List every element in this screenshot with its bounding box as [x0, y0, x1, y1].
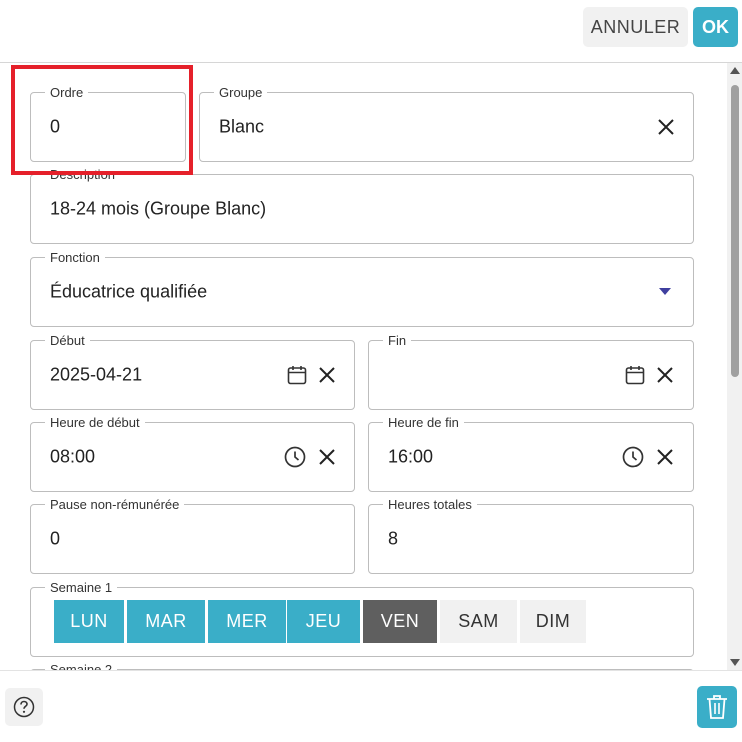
heure-debut-value: 08:00 [50, 446, 96, 467]
clear-icon[interactable] [654, 115, 678, 139]
heure-debut-field[interactable]: Heure de début 08:00 [30, 415, 355, 492]
trash-icon [707, 695, 727, 719]
clear-icon[interactable] [315, 445, 339, 469]
pause-value: 0 [50, 528, 61, 549]
day-toggle-ven[interactable]: VEN [363, 600, 437, 643]
heure-fin-field[interactable]: Heure de fin 16:00 [368, 415, 694, 492]
groupe-field[interactable]: Groupe Blanc [199, 85, 694, 162]
day-toggle-dim[interactable]: DIM [520, 600, 586, 643]
day-toggle-mar[interactable]: MAR [127, 600, 205, 643]
calendar-icon[interactable] [623, 363, 647, 387]
clear-icon[interactable] [653, 363, 677, 387]
calendar-icon[interactable] [285, 363, 309, 387]
delete-button[interactable] [697, 686, 737, 728]
day-toggle-jeu[interactable]: JEU [287, 600, 360, 643]
fin-label: Fin [383, 333, 412, 348]
form-content: Ordre 0 Groupe Blanc Description 18-24 m… [0, 63, 726, 670]
clock-icon[interactable] [283, 445, 307, 469]
cancel-button[interactable]: ANNULER [583, 7, 688, 47]
clear-icon[interactable] [315, 363, 339, 387]
fonction-select[interactable]: Fonction Éducatrice qualifiée [30, 250, 694, 327]
ok-button[interactable]: OK [693, 7, 738, 47]
heure-fin-value: 16:00 [388, 446, 434, 467]
clock-icon[interactable] [621, 445, 645, 469]
ordre-value: 0 [50, 116, 61, 137]
day-toggle-mer[interactable]: MER [208, 600, 286, 643]
heure-fin-label: Heure de fin [383, 415, 464, 430]
dropdown-arrow-icon[interactable] [653, 280, 677, 304]
semaine-2-label: Semaine 2 [45, 662, 118, 670]
debut-label: Début [45, 333, 90, 348]
semaine-1-group: Semaine 1 LUN MAR MER JEU VEN SAM DIM [30, 580, 694, 657]
heure-debut-label: Heure de début [45, 415, 145, 430]
debut-date-field[interactable]: Début 2025-04-21 [30, 333, 355, 410]
pause-field[interactable]: Pause non-rémunérée 0 [30, 497, 355, 574]
dialog-footer [0, 670, 742, 742]
ordre-label: Ordre [45, 85, 89, 100]
clear-icon[interactable] [653, 445, 677, 469]
groupe-value: Blanc [219, 116, 265, 137]
fonction-label: Fonction [45, 250, 105, 265]
fin-date-field[interactable]: Fin [368, 333, 694, 410]
description-value: 18-24 mois (Groupe Blanc) [50, 198, 267, 219]
pause-label: Pause non-rémunérée [45, 497, 185, 512]
day-toggle-lun[interactable]: LUN [54, 600, 124, 643]
day-toggle-sam[interactable]: SAM [440, 600, 517, 643]
heures-totales-value: 8 [388, 528, 399, 549]
scroll-down-arrow-icon[interactable] [730, 659, 740, 666]
scrollbar[interactable] [727, 63, 742, 670]
heures-totales-label: Heures totales [383, 497, 477, 512]
debut-value: 2025-04-21 [50, 364, 143, 385]
fonction-value: Éducatrice qualifiée [50, 281, 208, 302]
scroll-thumb[interactable] [731, 85, 739, 377]
ordre-field[interactable]: Ordre 0 [30, 85, 186, 162]
dialog-header: ANNULER OK [0, 0, 742, 63]
help-button[interactable] [5, 688, 43, 726]
heures-totales-field[interactable]: Heures totales 8 [368, 497, 694, 574]
semaine-1-label: Semaine 1 [45, 580, 118, 595]
description-field[interactable]: Description 18-24 mois (Groupe Blanc) [30, 167, 694, 244]
description-label: Description [45, 167, 121, 182]
question-circle-icon [13, 696, 35, 718]
groupe-label: Groupe [214, 85, 268, 100]
scroll-up-arrow-icon[interactable] [730, 67, 740, 74]
